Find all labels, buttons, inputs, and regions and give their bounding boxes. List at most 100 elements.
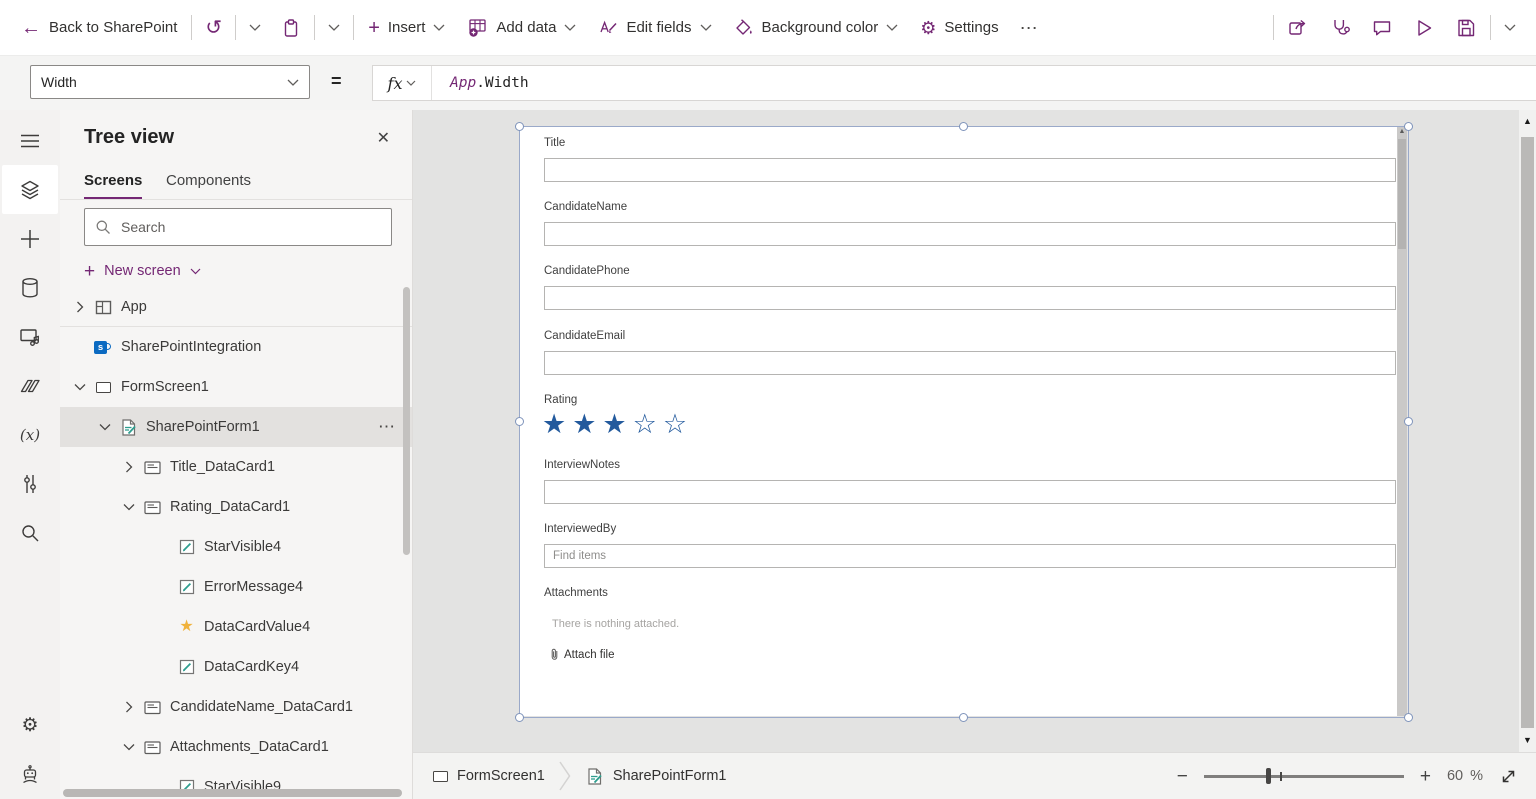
app-checker-button[interactable] <box>1319 0 1361 56</box>
tab-screens[interactable]: Screens <box>84 172 142 200</box>
tab-components[interactable]: Components <box>166 172 251 197</box>
chevron-down-icon <box>886 24 898 31</box>
background-color-button[interactable]: Background color <box>723 0 910 56</box>
comments-button[interactable] <box>1361 0 1403 56</box>
zoom-out-button[interactable]: − <box>1177 767 1188 786</box>
tree-item-attachments-datacard1[interactable]: Attachments_DataCard1 <box>60 727 412 767</box>
paste-button[interactable] <box>271 0 311 56</box>
resize-handle-e[interactable] <box>1404 417 1413 426</box>
fx-button[interactable]: fx <box>373 66 432 100</box>
tree-item-sharepointintegration[interactable]: s SharePointIntegration <box>60 327 412 367</box>
item-overflow-menu[interactable]: ⋯ <box>378 417 396 437</box>
tree-item-formscreen1[interactable]: FormScreen1 <box>60 367 412 407</box>
canvas-scrollbar-thumb[interactable] <box>1521 137 1534 728</box>
close-icon[interactable]: ✕ <box>377 128 390 148</box>
preview-play-button[interactable] <box>1403 0 1445 56</box>
fit-to-window-icon[interactable] <box>1499 767 1518 786</box>
new-screen-label: New screen <box>104 263 181 279</box>
paperclip-icon <box>550 648 559 661</box>
hamburger-menu-button[interactable] <box>2 116 58 165</box>
tree-item-starvisible4[interactable]: StarVisible4 <box>60 527 412 567</box>
save-menu-button[interactable] <box>1494 0 1526 56</box>
tree-horizontal-scrollbar[interactable] <box>63 789 402 797</box>
add-data-button[interactable]: Add data <box>456 0 587 56</box>
zoom-in-button[interactable]: + <box>1420 767 1431 786</box>
tree-item-label: App <box>121 299 147 315</box>
resize-handle-ne[interactable] <box>1404 122 1413 131</box>
interviewedby-lookup-input[interactable] <box>544 544 1396 568</box>
media-rail-button[interactable] <box>2 312 58 361</box>
data-rail-button[interactable] <box>2 263 58 312</box>
candidatename-field-input[interactable] <box>544 222 1396 246</box>
divider <box>314 15 315 40</box>
formula-input[interactable]: App.Width <box>432 66 1536 100</box>
breadcrumb-sharepointform1[interactable]: SharePointForm1 <box>579 767 733 786</box>
virtual-agent-rail-button[interactable] <box>2 750 58 799</box>
back-to-sharepoint-button[interactable]: ← Back to SharePoint <box>10 0 188 56</box>
tree-item-app[interactable]: App <box>60 287 412 327</box>
play-icon <box>1413 17 1435 39</box>
undo-menu-button[interactable] <box>239 0 271 56</box>
candidateemail-field-input[interactable] <box>544 351 1396 375</box>
back-label: Back to SharePoint <box>49 19 177 36</box>
tree-item-title-datacard1[interactable]: Title_DataCard1 <box>60 447 412 487</box>
zoom-slider-thumb[interactable] <box>1266 768 1271 784</box>
zoom-slider[interactable] <box>1204 767 1404 785</box>
tree-vertical-scrollbar[interactable] <box>403 287 410 555</box>
resize-handle-se[interactable] <box>1404 713 1413 722</box>
share-button[interactable] <box>1277 0 1319 56</box>
resize-handle-sw[interactable] <box>515 713 524 722</box>
property-select[interactable]: Width <box>30 65 310 99</box>
settings-button[interactable]: ⚙ Settings <box>909 0 1009 56</box>
undo-button[interactable]: ↺ <box>195 0 232 56</box>
candidatephone-field-input[interactable] <box>544 286 1396 310</box>
tree-item-errormessage4[interactable]: ErrorMessage4 <box>60 567 412 607</box>
chevron-right-icon[interactable] <box>123 461 135 473</box>
settings-rail-button[interactable]: ⚙ <box>2 701 58 750</box>
tree-item-datacardvalue4[interactable]: ★ DataCardValue4 <box>60 607 412 647</box>
left-rail: (x) ⚙ <box>0 110 60 799</box>
sharepoint-form[interactable]: Title CandidateName CandidatePhone Candi… <box>519 126 1397 716</box>
breadcrumb-formscreen1[interactable]: FormScreen1 <box>427 768 551 784</box>
form-scrollbar-thumb[interactable] <box>1398 139 1406 249</box>
search-input[interactable] <box>119 218 381 236</box>
attach-file-button[interactable]: Attach file <box>550 648 615 661</box>
paste-menu-button[interactable] <box>318 0 350 56</box>
chevron-right-icon[interactable] <box>123 701 135 713</box>
tree-item-candidatename-datacard1[interactable]: CandidateName_DataCard1 <box>60 687 412 727</box>
chevron-down-icon[interactable] <box>99 423 111 431</box>
chevron-right-icon[interactable] <box>74 301 86 313</box>
tree-item-sharepointform1[interactable]: SharePointForm1 ⋯ <box>60 407 412 447</box>
resize-handle-s[interactable] <box>959 713 968 722</box>
tree-item-label: CandidateName_DataCard1 <box>170 699 353 715</box>
resize-handle-nw[interactable] <box>515 122 524 131</box>
tree-panel: Tree view ✕ Screens Components + New scr… <box>60 110 413 799</box>
variables-rail-button[interactable]: (x) <box>2 410 58 459</box>
tree-view-rail-button[interactable] <box>2 165 58 214</box>
new-screen-button[interactable]: + New screen <box>84 256 201 286</box>
insert-button[interactable]: + Insert <box>357 0 456 56</box>
flow-icon <box>19 376 41 396</box>
chevron-down-icon[interactable] <box>123 503 135 511</box>
chevron-down-icon[interactable] <box>123 743 135 751</box>
advanced-tools-rail-button[interactable] <box>2 459 58 508</box>
canvas-vertical-scrollbar[interactable]: ▲ ▼ <box>1519 110 1536 752</box>
save-button[interactable] <box>1445 0 1487 56</box>
chevron-down-icon[interactable] <box>74 383 86 391</box>
tree-item-datacardkey4[interactable]: DataCardKey4 <box>60 647 412 687</box>
background-color-icon <box>734 18 754 38</box>
resize-handle-n[interactable] <box>959 122 968 131</box>
divider <box>60 199 412 200</box>
insert-rail-button[interactable] <box>2 214 58 263</box>
title-field-input[interactable] <box>544 158 1396 182</box>
chevron-down-icon <box>249 24 261 31</box>
edit-fields-button[interactable]: Edit fields <box>587 0 722 56</box>
interviewnotes-field-input[interactable] <box>544 480 1396 504</box>
screen-icon <box>94 378 113 397</box>
power-automate-rail-button[interactable] <box>2 361 58 410</box>
rating-stars-control[interactable]: ★★★☆☆ <box>542 408 693 440</box>
tree-item-rating-datacard1[interactable]: Rating_DataCard1 <box>60 487 412 527</box>
search-rail-button[interactable] <box>2 508 58 557</box>
resize-handle-w[interactable] <box>515 417 524 426</box>
more-commands-button[interactable]: ⋯ <box>1010 0 1048 56</box>
